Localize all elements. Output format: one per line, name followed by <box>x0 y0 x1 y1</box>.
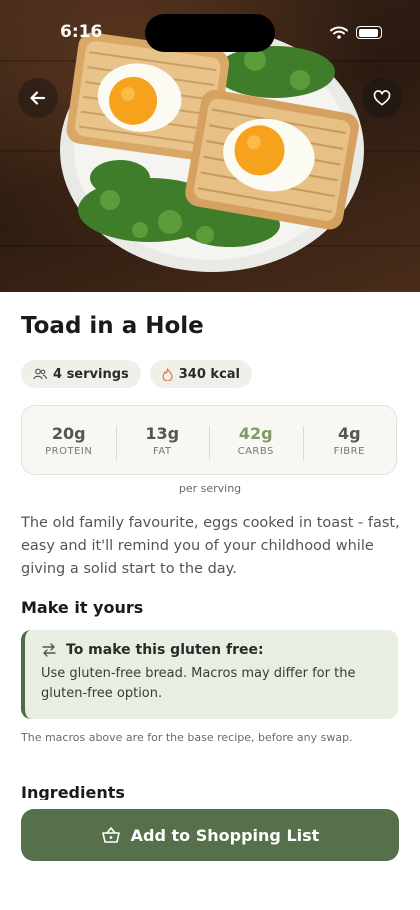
battery-icon <box>356 26 382 39</box>
per-serving-caption: per serving <box>178 482 242 495</box>
recipe-description: The old family favourite, eggs cooked in… <box>21 515 400 577</box>
servings-label: 4 servings <box>53 366 129 382</box>
back-arrow-icon <box>30 91 46 105</box>
macro-label: CARBS <box>237 445 274 457</box>
people-icon <box>33 368 47 380</box>
swap-title: To make this gluten free: <box>66 642 264 658</box>
recipe-meta-chips: 4 servings 340 kcal <box>21 360 253 388</box>
calories-label: 340 kcal <box>178 366 241 382</box>
swap-arrows-icon <box>42 643 56 657</box>
make-it-yours-heading: Make it yours <box>21 598 144 617</box>
swap-description: Use gluten-free bread. Macros may differ… <box>41 666 356 701</box>
add-to-shopping-list-button[interactable]: Add to Shopping List <box>21 809 399 861</box>
macros-card: 20g PROTEIN 13g FAT 42g CARBS 4g FIBRE <box>21 405 397 475</box>
macro-value: 42g <box>238 423 273 443</box>
macro-value: 20g <box>51 423 86 443</box>
servings-chip: 4 servings <box>21 360 141 388</box>
macro-fibre: 4g FIBRE <box>302 423 397 460</box>
back-button[interactable] <box>18 78 58 118</box>
macro-protein: 20g PROTEIN <box>22 424 116 457</box>
macro-label: PROTEIN <box>45 445 93 457</box>
macro-value: 4g <box>337 423 361 443</box>
macro-carbs: 42g CARBS <box>209 423 303 460</box>
heart-icon <box>373 90 391 106</box>
gluten-free-swap-card: To make this gluten free: Use gluten-fre… <box>21 630 398 719</box>
recipe-title: Toad in a Hole <box>21 313 204 339</box>
dynamic-island <box>145 14 275 52</box>
macro-label: FAT <box>152 445 172 457</box>
status-time: 6:16 <box>60 22 103 42</box>
macro-fat: 13g FAT <box>115 423 210 460</box>
flame-icon <box>162 367 173 381</box>
macros-note: The macros above are for the base recipe… <box>21 731 353 744</box>
cta-label: Add to Shopping List <box>130 825 320 845</box>
macro-label: FIBRE <box>333 445 365 457</box>
calories-chip: 340 kcal <box>149 360 253 388</box>
wifi-icon <box>330 26 348 39</box>
basket-icon <box>101 827 120 843</box>
macro-value: 13g <box>145 423 180 443</box>
favorite-button[interactable] <box>362 78 402 118</box>
